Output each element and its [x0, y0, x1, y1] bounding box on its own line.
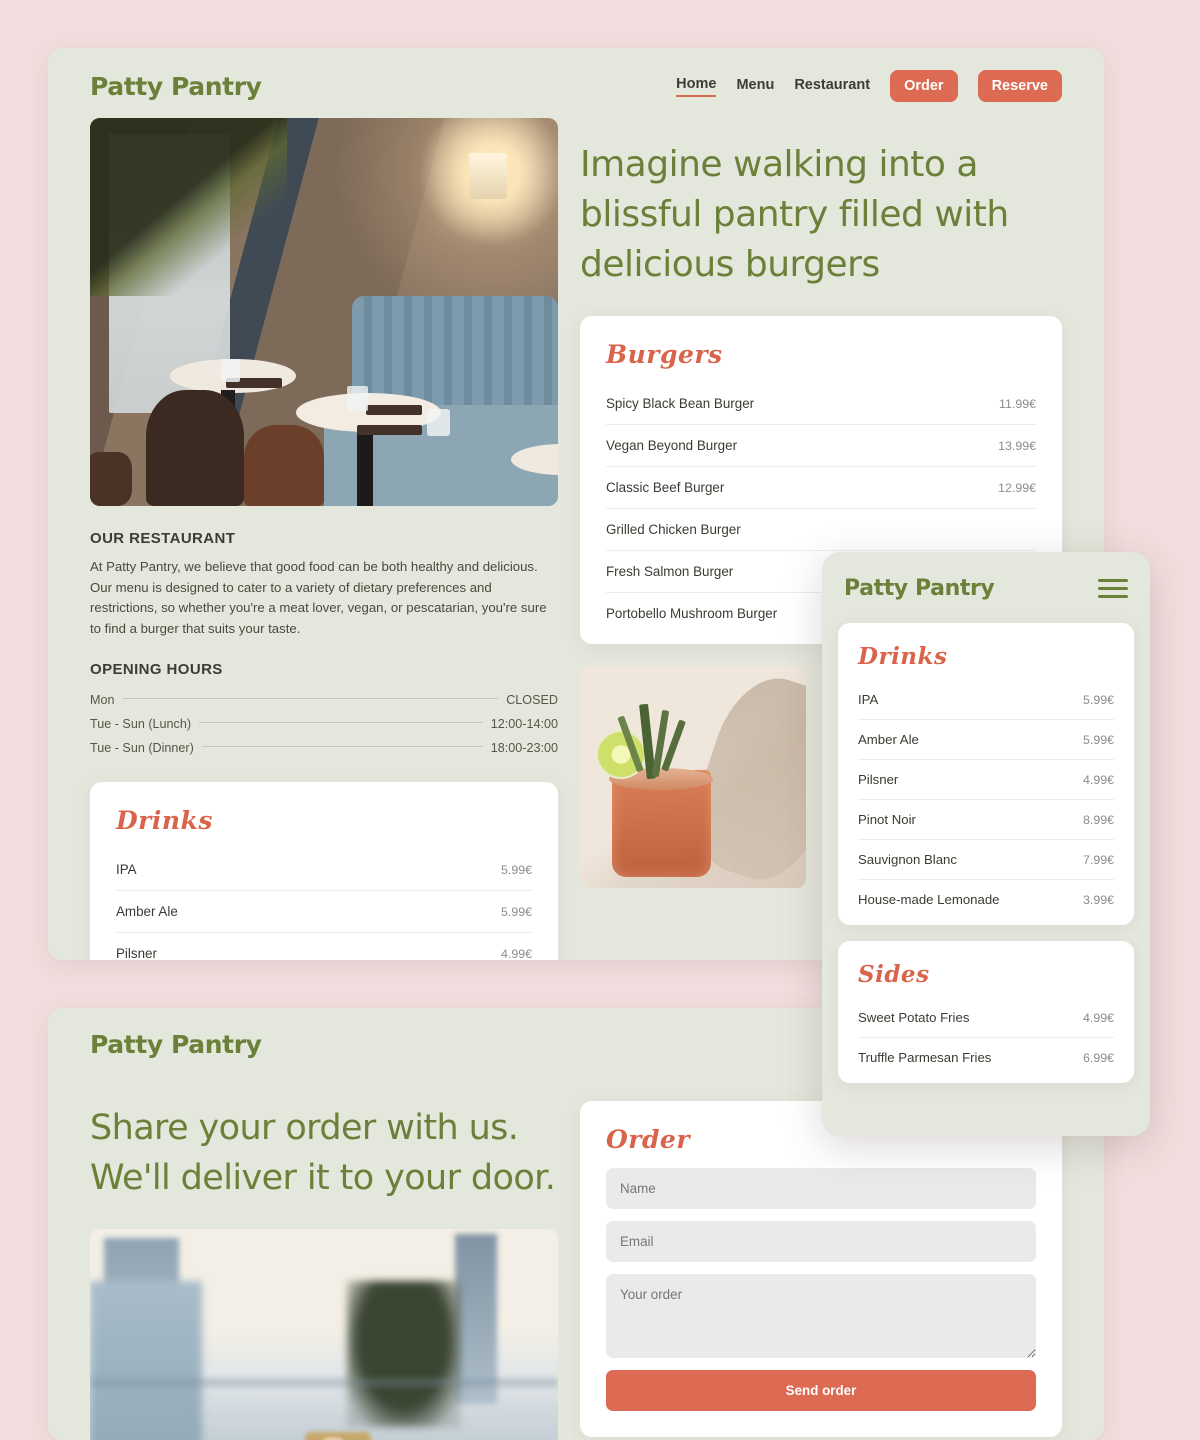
menu-item-name: Amber Ale — [858, 732, 919, 747]
menu-item-price: 5.99€ — [1082, 693, 1114, 707]
menu-item-name: House-made Lemonade — [858, 892, 1000, 907]
hours-title: OPENING HOURS — [90, 661, 223, 678]
menu-item-row[interactable]: Spicy Black Bean Burger 11.99€ — [606, 383, 1036, 425]
menu-item-price: 7.99€ — [1082, 853, 1114, 867]
drinks-card-title: Drinks — [116, 806, 213, 835]
name-input[interactable] — [606, 1168, 1036, 1209]
menu-item-price: 4.99€ — [1082, 1011, 1114, 1025]
about-title: OUR RESTAURANT — [90, 530, 236, 547]
menu-item-price: 12.99€ — [998, 481, 1036, 495]
hours-row: Mon CLOSED — [90, 688, 558, 712]
hours-day: Mon — [90, 693, 115, 707]
menu-item-row[interactable]: IPA 5.99€ — [858, 680, 1114, 720]
mobile-header: Patty Pantry — [838, 552, 1134, 623]
menu-item-name: Fresh Salmon Burger — [606, 564, 734, 579]
hours-dots — [122, 697, 499, 699]
mobile-drinks-card: Drinks IPA 5.99€ Amber Ale 5.99€ Pilsner… — [838, 623, 1134, 925]
brand-logo[interactable]: Patty Pantry — [90, 72, 262, 101]
mobile-sides-card: Sides Sweet Potato Fries 4.99€ Truffle P… — [838, 941, 1134, 1083]
menu-item-row[interactable]: House-made Lemonade 3.99€ — [858, 880, 1114, 919]
menu-item-row[interactable]: Amber Ale 5.99€ — [858, 720, 1114, 760]
menu-item-price: 5.99€ — [500, 905, 532, 919]
email-input[interactable] — [606, 1221, 1036, 1262]
menu-item-name: Sweet Potato Fries — [858, 1010, 970, 1025]
hours-time: 12:00-14:00 — [490, 717, 558, 731]
hours-dots — [199, 721, 483, 723]
hours-dots — [201, 745, 483, 747]
mobile-sides-title: Sides — [858, 961, 930, 988]
menu-item-price: 13.99€ — [998, 439, 1036, 453]
restaurant-interior-photo — [90, 118, 558, 506]
menu-item-name: IPA — [116, 862, 137, 877]
menu-item-name: Classic Beef Burger — [606, 480, 725, 495]
order-form-card: Order Send order — [580, 1101, 1062, 1437]
order-left-column: Share your order with us. We'll deliver … — [90, 1075, 558, 1440]
nav-link-restaurant[interactable]: Restaurant — [794, 77, 870, 96]
menu-item-row[interactable]: Pinot Noir 8.99€ — [858, 800, 1114, 840]
site-header: Patty Pantry Home Menu Restaurant Order … — [48, 48, 1104, 118]
menu-item-row[interactable]: Amber Ale 5.99€ — [116, 891, 532, 933]
hours-row: Tue - Sun (Lunch) 12:00-14:00 — [90, 712, 558, 736]
home-left-column: OUR RESTAURANT At Patty Pantry, we belie… — [90, 118, 558, 960]
order-button[interactable]: Order — [890, 70, 958, 102]
order-textarea[interactable] — [606, 1274, 1036, 1358]
menu-item-price: 5.99€ — [1082, 733, 1114, 747]
menu-item-name: Truffle Parmesan Fries — [858, 1050, 992, 1065]
menu-item-row[interactable]: Sauvignon Blanc 7.99€ — [858, 840, 1114, 880]
menu-item-name: Portobello Mushroom Burger — [606, 606, 778, 621]
mobile-brand-logo[interactable]: Patty Pantry — [844, 576, 995, 601]
mobile-drinks-title: Drinks — [858, 643, 948, 670]
hours-day: Tue - Sun (Lunch) — [90, 717, 192, 731]
order-headline: Share your order with us. We'll deliver … — [90, 1108, 556, 1198]
hours-row: Tue - Sun (Dinner) 18:00-23:00 — [90, 736, 558, 760]
menu-item-name: Spicy Black Bean Burger — [606, 396, 755, 411]
menu-item-row[interactable]: Pilsner 4.99€ — [116, 933, 532, 960]
menu-item-price: 8.99€ — [1082, 813, 1114, 827]
menu-item-price: 4.99€ — [500, 947, 532, 960]
menu-item-row[interactable]: Pilsner 4.99€ — [858, 760, 1114, 800]
menu-item-name: Pilsner — [858, 772, 899, 787]
menu-item-name: Vegan Beyond Burger — [606, 438, 738, 453]
menu-item-price: 3.99€ — [1082, 893, 1114, 907]
menu-item-name: Amber Ale — [116, 904, 178, 919]
menu-item-name: IPA — [858, 692, 879, 707]
burgers-card-title: Burgers — [606, 340, 723, 369]
hours-time: 18:00-23:00 — [490, 741, 558, 755]
menu-item-row[interactable]: Classic Beef Burger 12.99€ — [606, 467, 1036, 509]
menu-item-name: Pinot Noir — [858, 812, 916, 827]
hours-day: Tue - Sun (Dinner) — [90, 741, 194, 755]
menu-item-price: 5.99€ — [500, 863, 532, 877]
menu-item-price: 11.99€ — [999, 397, 1036, 411]
cyclist-delivery-photo — [90, 1229, 558, 1440]
nav-link-menu[interactable]: Menu — [736, 77, 774, 96]
menu-item-price: 6.99€ — [1082, 1051, 1114, 1065]
cocktail-glass-photo — [580, 666, 806, 888]
reserve-button[interactable]: Reserve — [977, 70, 1062, 102]
send-order-button[interactable]: Send order — [606, 1370, 1036, 1411]
mobile-preview-panel: Patty Pantry Drinks IPA 5.99€ Amber Ale … — [822, 552, 1150, 1136]
brand-logo[interactable]: Patty Pantry — [90, 1030, 262, 1059]
menu-item-row[interactable]: Truffle Parmesan Fries 6.99€ — [858, 1038, 1114, 1077]
hamburger-icon[interactable] — [1098, 574, 1128, 603]
menu-item-name: Pilsner — [116, 946, 157, 960]
menu-item-row[interactable]: Vegan Beyond Burger 13.99€ — [606, 425, 1036, 467]
main-nav: Home Menu Restaurant Order Reserve — [676, 70, 1062, 102]
menu-item-price: 4.99€ — [1082, 773, 1114, 787]
menu-item-name: Sauvignon Blanc — [858, 852, 957, 867]
menu-item-row[interactable]: Grilled Chicken Burger — [606, 509, 1036, 551]
hours-time: CLOSED — [506, 693, 558, 707]
menu-item-name: Grilled Chicken Burger — [606, 522, 741, 537]
drinks-menu-card: Drinks IPA 5.99€ Amber Ale 5.99€ Pilsner… — [90, 782, 558, 960]
page-headline: Imagine walking into a blissful pantry f… — [580, 144, 1009, 285]
menu-item-row[interactable]: Sweet Potato Fries 4.99€ — [858, 998, 1114, 1038]
about-body: At Patty Pantry, we believe that good fo… — [90, 559, 547, 636]
nav-link-home[interactable]: Home — [676, 76, 717, 97]
menu-item-row[interactable]: IPA 5.99€ — [116, 849, 532, 891]
